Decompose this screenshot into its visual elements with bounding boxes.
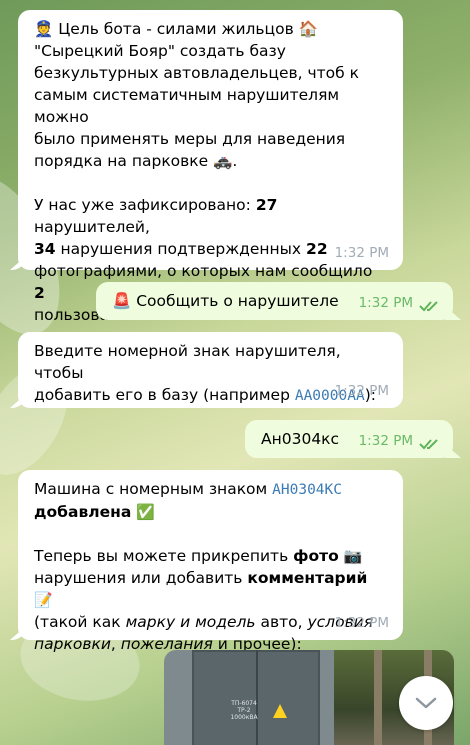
added-text: (такой как (34, 613, 126, 631)
added-text: авто, (255, 613, 308, 631)
photo-door-line (256, 650, 258, 745)
photo-tree-trunk (374, 650, 382, 745)
double-check-icon (419, 439, 438, 450)
intro-line-2: "Сырецкий Бояр" создать базу (34, 42, 286, 60)
enter-plate-line-1: Введите номерной знак нарушителя, чтобы (34, 342, 341, 382)
message-time: 1:32 PM (334, 245, 389, 261)
added-line-3: Теперь вы можете прикрепить фото 📷 (34, 545, 387, 567)
message-user-plate: Ан0304кс 1:32 PM (245, 420, 453, 458)
report-text: 🚨 Сообщить о нарушителе (112, 292, 339, 310)
camera-icon: 📷 (343, 547, 363, 565)
chat-history[interactable]: 👮 Цель бота - силами жильцов 🏠 "Сырецкий… (0, 0, 470, 745)
scroll-down-button[interactable] (399, 676, 453, 730)
parking-italic: парковки (34, 635, 111, 653)
added-text: Теперь вы можете прикрепить (34, 547, 294, 565)
message-intro: 👮 Цель бота - силами жильцов 🏠 "Сырецкий… (18, 10, 403, 324)
violators-count: 27 (255, 196, 278, 214)
added-line-4: нарушения или добавить комментарий 📝 (34, 567, 387, 611)
stats-text: У нас уже зафиксировано: (34, 196, 256, 214)
user-plate-text: Ан0304кс (261, 430, 340, 448)
message-time: 1:32 PM (334, 383, 389, 399)
added-text: , (110, 635, 121, 653)
intro-line-1: 👮 Цель бота - силами жильцов 🏠 (34, 20, 318, 38)
added-text: нарушения или добавить (34, 569, 248, 587)
photo-sign-text: ТП-6074 ТР-2 1000кВА (230, 700, 258, 721)
stats-text: нарушителей, (34, 218, 150, 236)
stats-text: фотографиями, о которых нам сообщило (34, 262, 373, 280)
added-line-2: добавлена ✅ (34, 501, 387, 523)
message-time: 1:32 PM (358, 433, 413, 449)
check-mark-icon: ✅ (136, 503, 155, 521)
photos-count: 22 (306, 240, 328, 258)
photo-bold: фото (293, 547, 339, 565)
intro-stats-line-1: У нас уже зафиксировано: 27 нарушителей, (34, 194, 387, 238)
violations-count: 34 (34, 240, 56, 258)
double-check-icon (419, 301, 438, 312)
added-bold: добавлена (34, 503, 132, 521)
brand-italic: марку и модель (125, 613, 256, 631)
chevron-down-icon (415, 697, 437, 709)
intro-line-4: самым систематичным нарушителям можно (34, 86, 340, 126)
message-time: 1:32 PM (334, 615, 389, 631)
stats-text: нарушения подтвержденных (55, 240, 307, 258)
message-enter-plate: Введите номерной знак нарушителя, чтобы … (18, 332, 403, 408)
enter-plate-text: добавить его в базу (например (34, 386, 295, 404)
intro-line-6: порядка на парковке 🚓. (34, 152, 238, 170)
added-line-1: Машина с номерным знаком АН0304КС (34, 478, 387, 501)
users-count: 2 (34, 284, 45, 302)
intro-line-5: было применять меры для наведения (34, 130, 346, 148)
added-text: Машина с номерным знаком (34, 480, 273, 498)
message-car-added: Машина с номерным знаком АН0304КС добавл… (18, 470, 403, 653)
message-time: 1:32 PM (358, 295, 413, 311)
plate-code[interactable]: АН0304КС (272, 482, 342, 498)
memo-icon: 📝 (34, 591, 53, 609)
intro-line-3: безкультурных автовладельцев, чтоб к (34, 64, 360, 82)
message-report-violator: 🚨 Сообщить о нарушителе 1:32 PM (96, 282, 453, 320)
comment-bold: комментарий (247, 569, 368, 587)
